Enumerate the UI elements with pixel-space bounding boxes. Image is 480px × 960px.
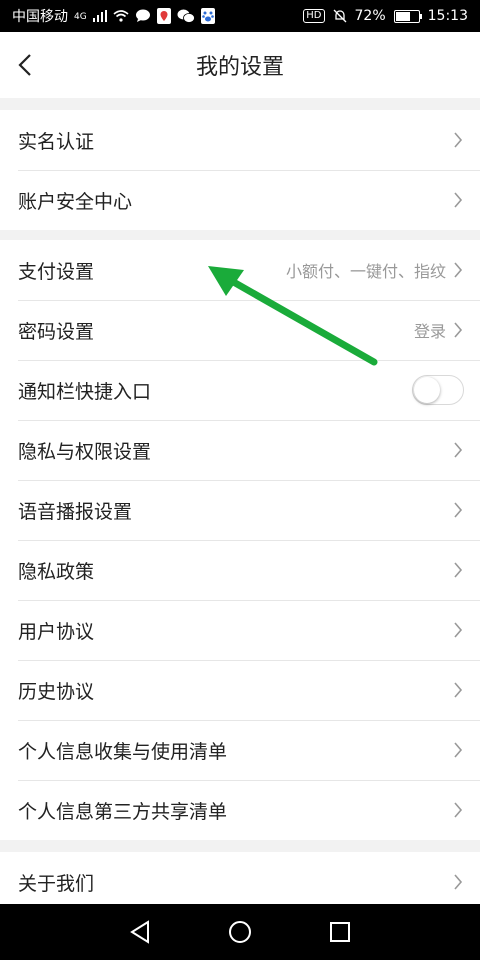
chevron-right-icon (452, 190, 464, 210)
notification-shortcut-toggle[interactable] (412, 375, 464, 405)
nav-recents-button[interactable] (320, 912, 360, 952)
mute-bell-icon (333, 9, 347, 23)
row-voice-broadcast[interactable]: 语音播报设置 (0, 480, 480, 540)
row-third-party-sharing[interactable]: 个人信息第三方共享清单 (0, 780, 480, 840)
hd-badge: HD (303, 9, 325, 23)
row-account-security-center[interactable]: 账户安全中心 (0, 170, 480, 230)
message-bubble-icon (135, 9, 151, 23)
chevron-right-icon (452, 800, 464, 820)
row-privacy-policy[interactable]: 隐私政策 (0, 540, 480, 600)
chevron-right-icon (452, 740, 464, 760)
row-user-agreement[interactable]: 用户协议 (0, 600, 480, 660)
battery-percent: 72% (354, 8, 386, 24)
row-label: 实名认证 (18, 130, 95, 153)
status-bar: 中国移动 4G HD 72% 15:13 (0, 0, 480, 32)
nav-back-button[interactable] (120, 912, 160, 952)
triangle-back-icon (130, 920, 149, 944)
row-label: 隐私政策 (18, 560, 95, 583)
title-bar: 我的设置 (0, 32, 480, 98)
circle-home-icon (229, 921, 251, 943)
settings-group-main: 支付设置 小额付、一键付、指纹 密码设置 登录 通知栏快捷入口 隐私与权限设置 … (0, 240, 480, 840)
row-label: 关于我们 (18, 872, 95, 895)
row-label: 历史协议 (18, 680, 95, 703)
row-label: 用户协议 (18, 620, 95, 643)
battery-icon (393, 9, 422, 23)
wifi-icon (113, 10, 129, 22)
settings-group-account: 实名认证 账户安全中心 (0, 110, 480, 230)
row-notification-shortcut: 通知栏快捷入口 (0, 360, 480, 420)
signal-icon (92, 10, 107, 22)
carrier-name: 中国移动 (12, 9, 68, 25)
row-label: 个人信息收集与使用清单 (18, 740, 228, 763)
row-history-agreement[interactable]: 历史协议 (0, 660, 480, 720)
paw-app-icon (200, 8, 215, 24)
row-label: 个人信息第三方共享清单 (18, 800, 228, 823)
chevron-right-icon (452, 620, 464, 640)
row-password-settings[interactable]: 密码设置 登录 (0, 300, 480, 360)
settings-group-about: 关于我们 (0, 852, 480, 912)
row-payment-settings[interactable]: 支付设置 小额付、一键付、指纹 (0, 240, 480, 300)
clock-time: 15:13 (427, 8, 468, 24)
chevron-right-icon (452, 680, 464, 700)
wechat-icon (177, 9, 195, 23)
row-label: 账户安全中心 (18, 190, 133, 213)
chevron-left-icon (18, 54, 31, 76)
nav-home-button[interactable] (220, 912, 260, 952)
chevron-right-icon (452, 872, 464, 892)
row-privacy-permissions[interactable]: 隐私与权限设置 (0, 420, 480, 480)
back-button[interactable] (10, 50, 40, 80)
row-label: 密码设置 (18, 320, 95, 343)
network-type: 4G (74, 12, 87, 22)
map-pin-app-icon (156, 8, 171, 24)
row-label: 语音播报设置 (18, 500, 133, 523)
row-label: 支付设置 (18, 260, 95, 283)
row-value: 小额付、一键付、指纹 (285, 262, 446, 281)
chevron-right-icon (452, 440, 464, 460)
chevron-right-icon (452, 560, 464, 580)
toggle-knob (414, 377, 440, 403)
row-personal-info-collection[interactable]: 个人信息收集与使用清单 (0, 720, 480, 780)
system-nav-bar (0, 904, 480, 960)
row-label: 通知栏快捷入口 (18, 380, 152, 403)
chevron-right-icon (452, 320, 464, 340)
row-label: 隐私与权限设置 (18, 440, 152, 463)
page-title: 我的设置 (195, 55, 284, 80)
chevron-right-icon (452, 130, 464, 150)
row-value: 登录 (413, 322, 446, 341)
row-about-us[interactable]: 关于我们 (0, 852, 480, 912)
chevron-right-icon (452, 500, 464, 520)
square-recents-icon (330, 922, 350, 942)
row-real-name-verification[interactable]: 实名认证 (0, 110, 480, 170)
chevron-right-icon (452, 260, 464, 280)
